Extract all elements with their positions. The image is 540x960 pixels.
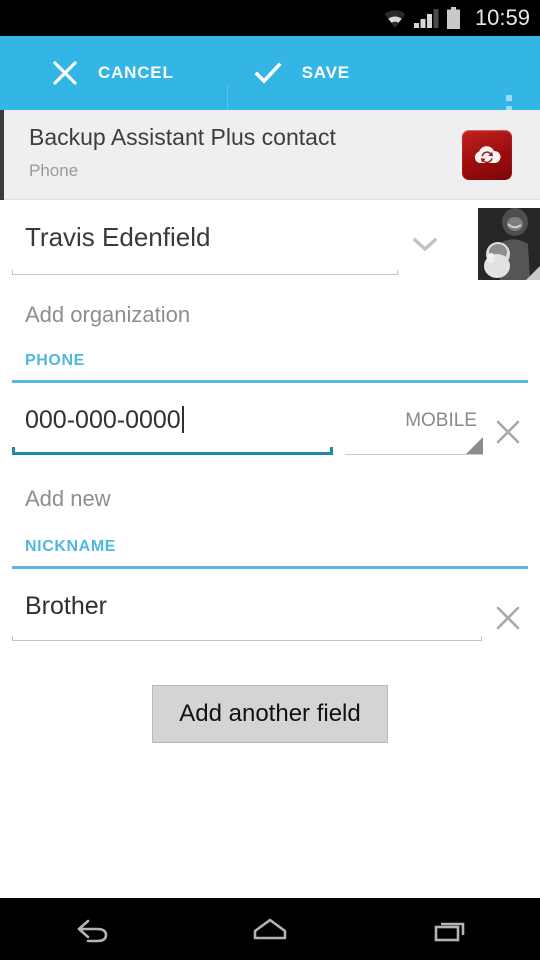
close-icon	[53, 61, 77, 85]
contact-photo-button[interactable]	[478, 208, 540, 280]
phone-field-underline	[12, 447, 333, 455]
nav-back-button[interactable]	[0, 898, 180, 960]
text-caret	[181, 406, 184, 433]
nickname-input[interactable]: Brother	[25, 592, 107, 621]
close-icon	[496, 606, 520, 630]
organization-input[interactable]: Add organization	[25, 302, 190, 328]
nickname-row: Brother	[0, 576, 540, 664]
add-another-field-button[interactable]: Add another field	[152, 685, 388, 743]
name-input[interactable]: Travis Edenfield	[25, 222, 210, 253]
cloud-sync-icon	[462, 130, 512, 180]
recent-apps-icon	[434, 922, 465, 942]
phone-type-rule	[345, 454, 483, 455]
phone-type-label: MOBILE	[405, 410, 477, 431]
phone-add-new-label[interactable]: Add new	[25, 486, 111, 512]
phone-input[interactable]: 000-000-0000	[25, 406, 184, 435]
contact-edit-form: Travis Edenfield Add organization PHONE …	[0, 200, 540, 764]
chevron-down-icon	[412, 237, 438, 252]
check-icon	[254, 62, 282, 84]
save-button[interactable]: SAVE	[174, 36, 350, 110]
cancel-button-label: CANCEL	[98, 63, 174, 82]
phone-section-rule	[12, 380, 528, 383]
account-title: Backup Assistant Plus contact	[29, 124, 336, 150]
overflow-menu-icon	[506, 95, 512, 101]
action-bar: CANCEL SAVE	[0, 36, 540, 132]
nickname-delete-button[interactable]	[486, 596, 530, 640]
nav-recents-button[interactable]	[360, 898, 540, 960]
nickname-section-label: NICKNAME	[25, 538, 117, 555]
close-icon	[496, 420, 520, 444]
add-another-field-row: Add another field	[0, 664, 540, 764]
wifi-icon	[384, 10, 406, 27]
nickname-section-header: NICKNAME	[0, 538, 540, 576]
nickname-section-rule	[12, 566, 528, 569]
status-bar-clock: 10:59	[474, 5, 530, 30]
android-contact-editor-screen: 10:59 CANCEL SAVE Backup Assistant Plus …	[0, 0, 540, 960]
organization-row[interactable]: Add organization	[0, 290, 540, 352]
battery-icon	[446, 7, 460, 29]
account-subtitle: Phone	[29, 161, 79, 180]
navigation-bar	[0, 898, 540, 960]
save-button-label: SAVE	[301, 63, 350, 82]
spinner-triangle-icon	[466, 437, 483, 454]
phone-delete-button[interactable]	[486, 410, 530, 454]
account-header[interactable]: Backup Assistant Plus contact Phone	[0, 110, 540, 200]
nav-home-button[interactable]	[180, 898, 360, 960]
cancel-button[interactable]: CANCEL	[0, 36, 174, 110]
phone-section-label: PHONE	[25, 352, 85, 369]
phone-type-spinner[interactable]: MOBILE	[345, 410, 483, 455]
phone-section-header: PHONE	[0, 352, 540, 390]
name-row: Travis Edenfield	[0, 200, 540, 290]
signal-icon	[413, 9, 439, 28]
home-icon	[253, 918, 287, 940]
name-field-underline	[12, 270, 398, 275]
phone-add-new-row[interactable]: Add new	[0, 478, 540, 538]
phone-row: 000-000-0000 MOBILE	[0, 390, 540, 478]
status-bar: 10:59	[0, 0, 540, 36]
photo-spinner-corner-icon	[520, 266, 540, 280]
nickname-field-underline	[12, 636, 482, 641]
status-bar-icons: 10:59	[382, 5, 530, 31]
cloud-sync-glyph	[474, 146, 501, 164]
phone-input-text: 000-000-0000	[25, 406, 181, 434]
back-arrow-icon	[77, 919, 108, 943]
name-expand-button[interactable]	[410, 234, 440, 259]
